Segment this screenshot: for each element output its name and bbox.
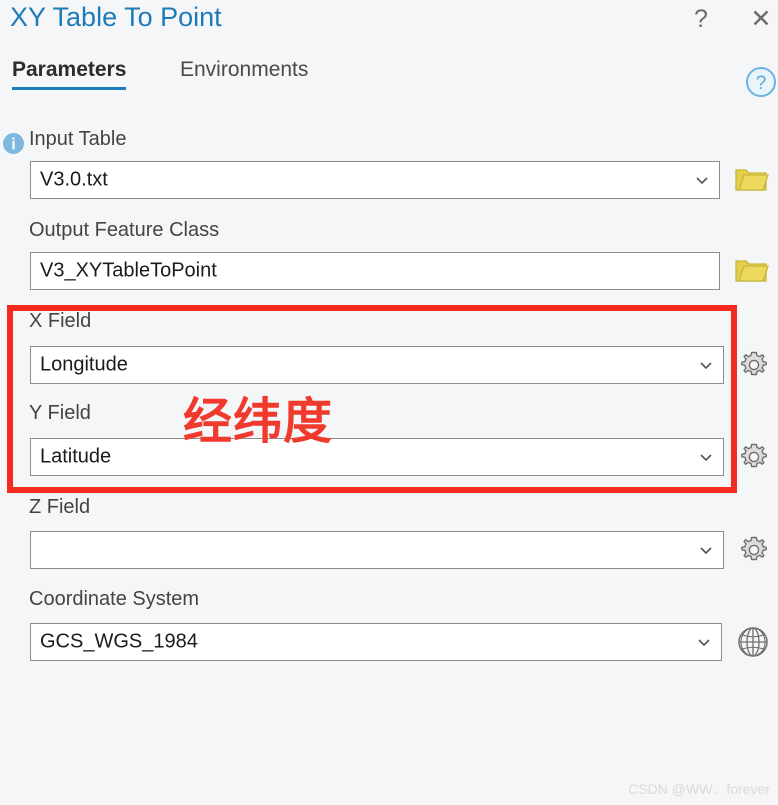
folder-icon[interactable] <box>735 164 769 199</box>
watermark: CSDN @WW、forever <box>628 781 770 797</box>
output-feature-class-input[interactable]: V3_XYTableToPoint <box>30 252 720 290</box>
input-table-value: V3.0.txt <box>40 168 108 191</box>
coordinate-system-combobox[interactable]: GCS_WGS_1984 <box>30 623 722 661</box>
tab-parameters[interactable]: Parameters <box>12 58 127 90</box>
field-label-y-field: Y Field <box>29 402 91 424</box>
tab-environments[interactable]: Environments <box>180 58 308 90</box>
folder-icon[interactable] <box>735 255 769 290</box>
window-title-bar: XY Table To Point ? ✕ <box>0 0 778 52</box>
close-button[interactable]: ✕ <box>744 2 778 36</box>
globe-icon[interactable] <box>736 625 770 664</box>
page-title: XY Table To Point <box>10 2 222 32</box>
field-label-output-feature-class: Output Feature Class <box>29 219 220 241</box>
gear-icon[interactable] <box>738 534 770 571</box>
help-button[interactable]: ? <box>684 2 718 36</box>
field-label-input-table: Input Table <box>29 128 127 150</box>
input-table-combobox[interactable]: V3.0.txt <box>30 161 720 199</box>
tab-bar: Parameters Environments <box>0 58 778 102</box>
chevron-down-icon <box>699 358 713 372</box>
y-field-value: Latitude <box>40 445 112 468</box>
x-field-value: Longitude <box>40 353 128 376</box>
help-circle-icon[interactable]: ? <box>745 66 777 98</box>
chevron-down-icon <box>699 450 713 464</box>
y-field-combobox[interactable]: Latitude <box>30 438 724 476</box>
coordinate-system-value: GCS_WGS_1984 <box>40 630 198 653</box>
output-feature-class-value: V3_XYTableToPoint <box>40 259 217 282</box>
chevron-down-icon <box>695 173 709 187</box>
gear-icon[interactable] <box>738 441 770 478</box>
field-label-coordinate-system: Coordinate System <box>29 588 200 610</box>
chevron-down-icon <box>697 635 711 649</box>
info-icon <box>3 133 24 154</box>
field-label-x-field: X Field <box>29 310 92 332</box>
gear-icon[interactable] <box>738 349 770 386</box>
x-field-combobox[interactable]: Longitude <box>30 346 724 384</box>
z-field-combobox[interactable] <box>30 531 724 569</box>
field-label-z-field: Z Field <box>29 496 91 518</box>
chevron-down-icon <box>699 543 713 557</box>
svg-text:?: ? <box>756 73 767 94</box>
